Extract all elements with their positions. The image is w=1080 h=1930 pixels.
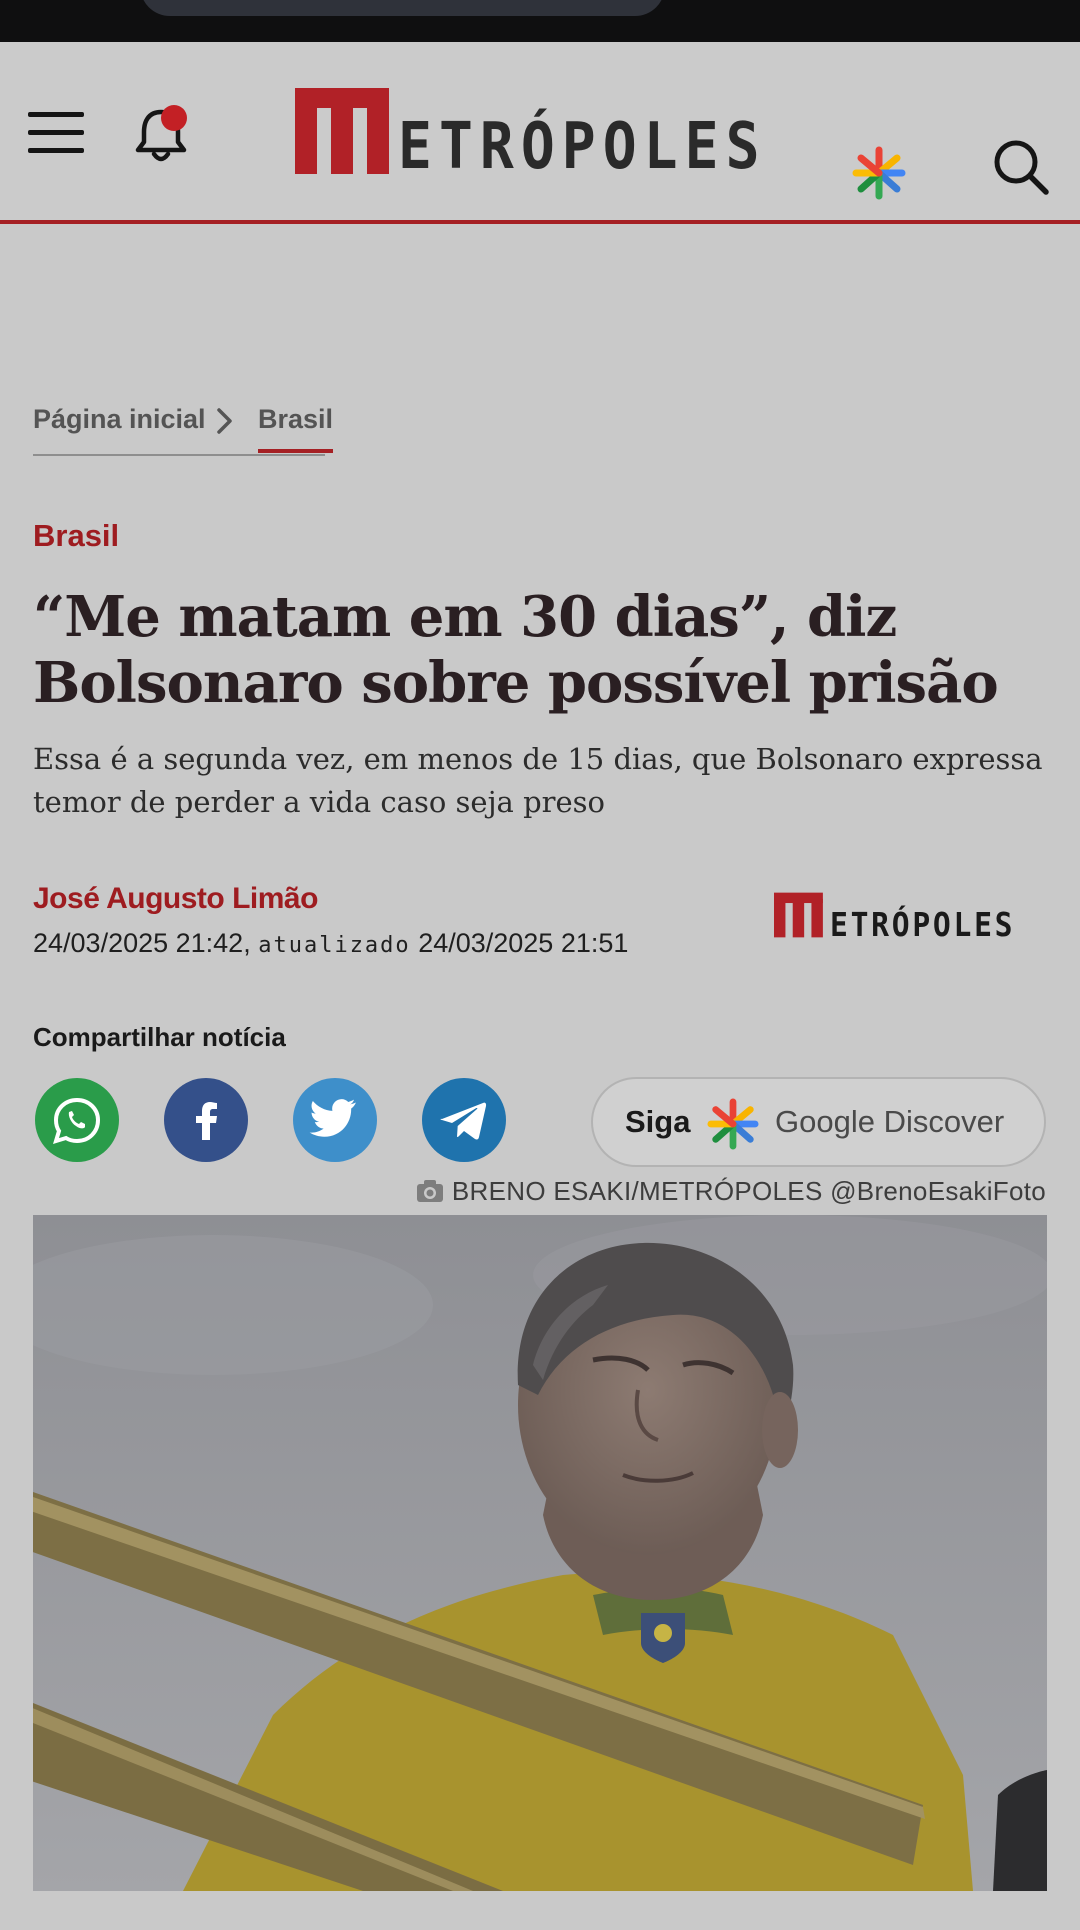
whatsapp-share-button[interactable] — [35, 1078, 119, 1162]
google-discover-follow-button[interactable]: Siga Google Discover — [591, 1077, 1046, 1167]
publisher-logo: ETRÓPOLES — [774, 892, 1046, 944]
menu-icon[interactable] — [28, 112, 84, 154]
hero-photo-illustration — [33, 1215, 1047, 1891]
discover-siga-label: Siga — [625, 1104, 691, 1139]
article-category[interactable]: Brasil — [33, 518, 119, 554]
breadcrumb-home[interactable]: Página inicial — [33, 404, 206, 435]
facebook-share-button[interactable] — [164, 1078, 248, 1162]
telegram-icon — [440, 1102, 487, 1140]
article-headline: “Me matam em 30 dias”, diz Bolsonaro sob… — [33, 584, 999, 716]
share-label: Compartilhar notícia — [33, 1022, 286, 1052]
status-bar — [0, 0, 1080, 42]
twitter-share-button[interactable] — [293, 1078, 377, 1162]
logo-text: ETRÓPOLES — [398, 110, 767, 184]
article-author[interactable]: José Augusto Limão — [33, 882, 318, 916]
bell-icon[interactable] — [132, 102, 194, 166]
logo-m-mark — [295, 88, 389, 174]
article-dates: 24/03/2025 21:42, atualizado 24/03/2025 … — [33, 928, 628, 959]
photo-credit: BRENO ESAKI/METRÓPOLES @BrenoEsakiFoto — [416, 1176, 1046, 1207]
breadcrumb: Página inicial Brasil — [33, 400, 334, 456]
site-logo[interactable]: ETRÓPOLES — [295, 88, 785, 184]
article-subtitle: Essa é a segunda vez, em menos de 15 dia… — [33, 742, 1043, 819]
twitter-icon — [309, 1099, 356, 1137]
chevron-right-icon — [217, 408, 232, 434]
discover-label: Google Discover — [775, 1104, 1005, 1139]
updated-label: atualizado — [258, 933, 411, 958]
facebook-icon — [196, 1102, 217, 1140]
whatsapp-icon — [53, 1097, 101, 1144]
publisher-logo-text: ETRÓPOLES — [830, 905, 1016, 944]
site-header: ETRÓPOLES — [0, 42, 1080, 224]
article-hero-photo[interactable] — [33, 1215, 1047, 1891]
published-date: 24/03/2025 21:42, — [33, 928, 251, 958]
logo-m-mark-small — [774, 892, 823, 938]
updated-date: 24/03/2025 21:51 — [418, 928, 629, 958]
camera-notch — [140, 0, 665, 16]
camera-icon — [416, 1180, 443, 1202]
search-icon[interactable] — [992, 138, 1050, 196]
telegram-share-button[interactable] — [422, 1078, 506, 1162]
google-discover-icon — [707, 1098, 759, 1150]
photo-credit-text: BRENO ESAKI/METRÓPOLES @BrenoEsakiFoto — [451, 1176, 1046, 1206]
asterisk-icon[interactable] — [852, 146, 906, 200]
breadcrumb-current[interactable]: Brasil — [258, 404, 334, 453]
